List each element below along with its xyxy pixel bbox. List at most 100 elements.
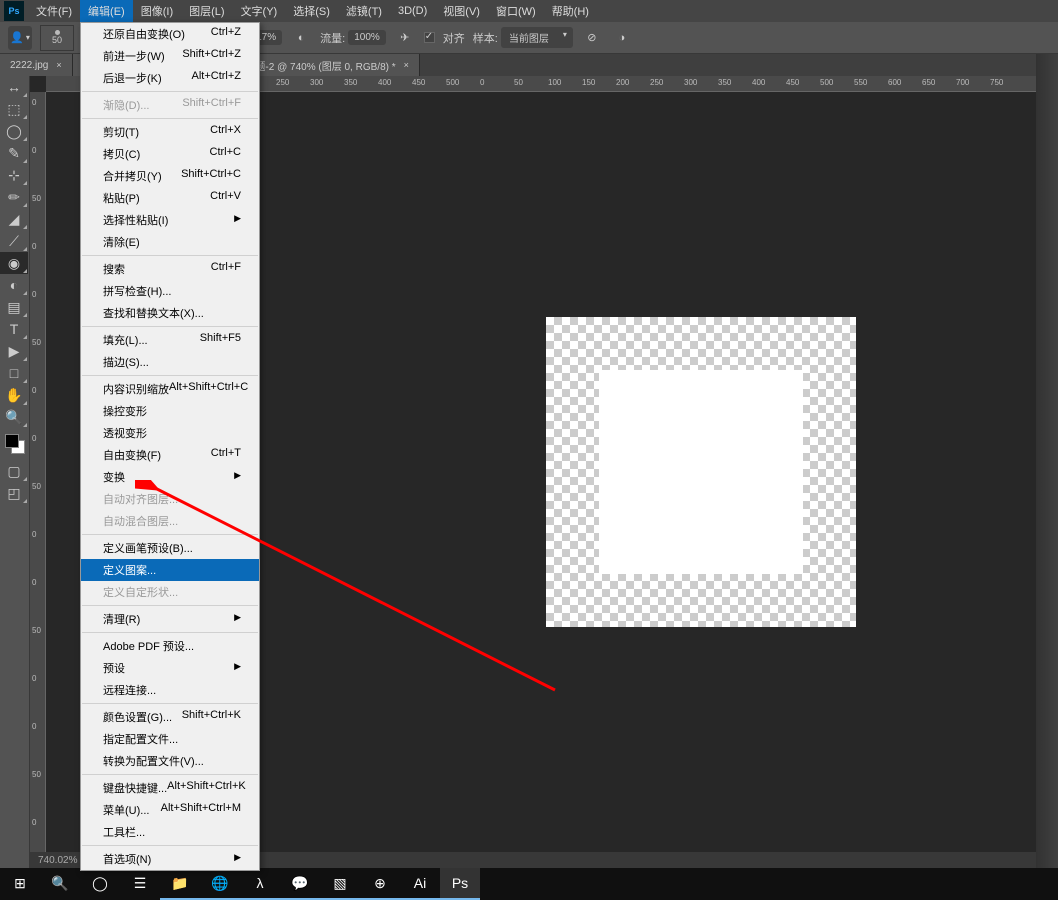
transparency-checker	[546, 317, 856, 627]
menu-item[interactable]: 描边(S)...	[81, 351, 259, 373]
menu-item[interactable]: 菜单(U)...Alt+Shift+Ctrl+M	[81, 799, 259, 821]
tool-4[interactable]: ⊹	[0, 164, 28, 186]
document-content	[599, 370, 803, 574]
menu-item[interactable]: 内容识别缩放Alt+Shift+Ctrl+C	[81, 378, 259, 400]
menu-item[interactable]: 搜索Ctrl+F	[81, 258, 259, 280]
menu-item[interactable]: 定义图案...	[81, 559, 259, 581]
menu-滤镜(T)[interactable]: 滤镜(T)	[338, 0, 390, 23]
menu-选择(S)[interactable]: 选择(S)	[285, 0, 338, 23]
taskbar-browser[interactable]: 🌐	[200, 868, 240, 900]
taskbar-search[interactable]: 🔍	[40, 868, 80, 900]
ruler-vertical[interactable]: 005000500050005000500	[30, 92, 46, 868]
close-icon[interactable]: ×	[56, 60, 61, 70]
tool-7[interactable]: ⟋	[0, 230, 28, 252]
menu-item: 自动对齐图层...	[81, 488, 259, 510]
menu-item[interactable]: 远程连接...	[81, 679, 259, 701]
color-swatch[interactable]	[5, 434, 25, 454]
aligned-checkbox[interactable]	[424, 32, 435, 43]
menu-item[interactable]: 填充(L)...Shift+F5	[81, 329, 259, 351]
sample-dropdown[interactable]: 当前图层	[501, 27, 573, 48]
menu-item[interactable]: 定义画笔预设(B)...	[81, 537, 259, 559]
menubar: Ps 文件(F)编辑(E)图像(I)图层(L)文字(Y)选择(S)滤镜(T)3D…	[0, 0, 1058, 22]
taskbar-app2[interactable]: ▧	[320, 868, 360, 900]
taskbar-cortana[interactable]: ◯	[80, 868, 120, 900]
taskbar-start[interactable]: ⊞	[0, 868, 40, 900]
menu-item[interactable]: 转换为配置文件(V)...	[81, 750, 259, 772]
doc-tab[interactable]: 2222.jpg×	[0, 54, 73, 76]
taskbar-taskview[interactable]: ☰	[120, 868, 160, 900]
menu-文件(F)[interactable]: 文件(F)	[28, 0, 80, 23]
menu-item[interactable]: 自由变换(F)Ctrl+T	[81, 444, 259, 466]
ignore-adjust-icon[interactable]: ⊘	[581, 27, 603, 49]
taskbar-photoshop[interactable]: Ps	[440, 868, 480, 900]
tool-1[interactable]: ⬚	[0, 98, 28, 120]
menu-item[interactable]: 透视变形	[81, 422, 259, 444]
quickmask-icon[interactable]: ▢	[0, 460, 28, 482]
tool-preset-picker[interactable]: 👤▾	[8, 26, 32, 50]
menu-item[interactable]: 还原自由变换(O)Ctrl+Z	[81, 23, 259, 45]
menu-item[interactable]: 选择性粘贴(I)▶	[81, 209, 259, 231]
menu-窗口(W)[interactable]: 窗口(W)	[488, 0, 544, 23]
tool-13[interactable]: □	[0, 362, 28, 384]
menu-item[interactable]: 首选项(N)▶	[81, 848, 259, 870]
tool-10[interactable]: ▤	[0, 296, 28, 318]
menu-图层(L)[interactable]: 图层(L)	[181, 0, 232, 23]
screenmode-icon[interactable]: ◰	[0, 482, 28, 504]
pressure-size-icon[interactable]: ◑	[611, 27, 633, 49]
menu-item[interactable]: 合并拷贝(Y)Shift+Ctrl+C	[81, 165, 259, 187]
airbrush-icon[interactable]: ✈	[394, 27, 416, 49]
menu-item: 渐隐(D)...Shift+Ctrl+F	[81, 94, 259, 116]
tool-6[interactable]: ◢	[0, 208, 28, 230]
aligned-label: 对齐	[443, 30, 465, 46]
flow-value[interactable]: 100%	[348, 30, 386, 45]
taskbar-explorer[interactable]: 📁	[160, 868, 200, 900]
menu-item[interactable]: 查找和替换文本(X)...	[81, 302, 259, 324]
menu-帮助(H)[interactable]: 帮助(H)	[544, 0, 597, 23]
edit-menu-dropdown[interactable]: 还原自由变换(O)Ctrl+Z前进一步(W)Shift+Ctrl+Z后退一步(K…	[80, 22, 260, 871]
tool-11[interactable]: T	[0, 318, 28, 340]
flow-label: 流量:	[320, 30, 345, 46]
menu-item: 自动混合图层...	[81, 510, 259, 532]
tool-5[interactable]: ✏	[0, 186, 28, 208]
menu-item[interactable]: 拷贝(C)Ctrl+C	[81, 143, 259, 165]
menu-item[interactable]: 后退一步(K)Alt+Ctrl+Z	[81, 67, 259, 89]
tool-0[interactable]: ↔	[0, 76, 28, 98]
menu-item[interactable]: 清理(R)▶	[81, 608, 259, 630]
zoom-level[interactable]: 740.02%	[38, 855, 77, 866]
taskbar-app3[interactable]: ⊕	[360, 868, 400, 900]
menu-item[interactable]: 颜色设置(G)...Shift+Ctrl+K	[81, 706, 259, 728]
tool-3[interactable]: ✎	[0, 142, 28, 164]
taskbar-wechat[interactable]: 💬	[280, 868, 320, 900]
menu-item[interactable]: Adobe PDF 预设...	[81, 635, 259, 657]
brush-preview[interactable]: 50	[40, 25, 74, 51]
close-icon[interactable]: ×	[404, 60, 409, 70]
pressure-opacity-icon[interactable]: ◐	[290, 27, 312, 49]
menu-item[interactable]: 指定配置文件...	[81, 728, 259, 750]
menu-item[interactable]: 拼写检查(H)...	[81, 280, 259, 302]
tool-12[interactable]: ▶	[0, 340, 28, 362]
menu-item[interactable]: 前进一步(W)Shift+Ctrl+Z	[81, 45, 259, 67]
panels-strip[interactable]	[1036, 54, 1058, 868]
menu-编辑(E)[interactable]: 编辑(E)	[80, 0, 133, 23]
menu-item[interactable]: 清除(E)	[81, 231, 259, 253]
toolbox: ↔⬚◯✎⊹✏◢⟋◉◐▤T▶□✋🔍 ▢◰	[0, 76, 30, 868]
tool-8[interactable]: ◉	[0, 252, 28, 274]
menu-item[interactable]: 剪切(T)Ctrl+X	[81, 121, 259, 143]
menu-item[interactable]: 键盘快捷键...Alt+Shift+Ctrl+K	[81, 777, 259, 799]
sample-label: 样本:	[473, 30, 498, 46]
menu-item[interactable]: 工具栏...	[81, 821, 259, 843]
tool-9[interactable]: ◐	[0, 274, 28, 296]
menu-item[interactable]: 操控变形	[81, 400, 259, 422]
tool-14[interactable]: ✋	[0, 384, 28, 406]
menu-item[interactable]: 预设▶	[81, 657, 259, 679]
menu-图像(I)[interactable]: 图像(I)	[133, 0, 181, 23]
taskbar-app1[interactable]: λ	[240, 868, 280, 900]
menu-文字(Y)[interactable]: 文字(Y)	[233, 0, 286, 23]
menu-item[interactable]: 粘贴(P)Ctrl+V	[81, 187, 259, 209]
taskbar-illustrator[interactable]: Ai	[400, 868, 440, 900]
tool-2[interactable]: ◯	[0, 120, 28, 142]
menu-视图(V)[interactable]: 视图(V)	[435, 0, 488, 23]
menu-item[interactable]: 变换▶	[81, 466, 259, 488]
menu-3D(D)[interactable]: 3D(D)	[390, 1, 435, 21]
tool-15[interactable]: 🔍	[0, 406, 28, 428]
